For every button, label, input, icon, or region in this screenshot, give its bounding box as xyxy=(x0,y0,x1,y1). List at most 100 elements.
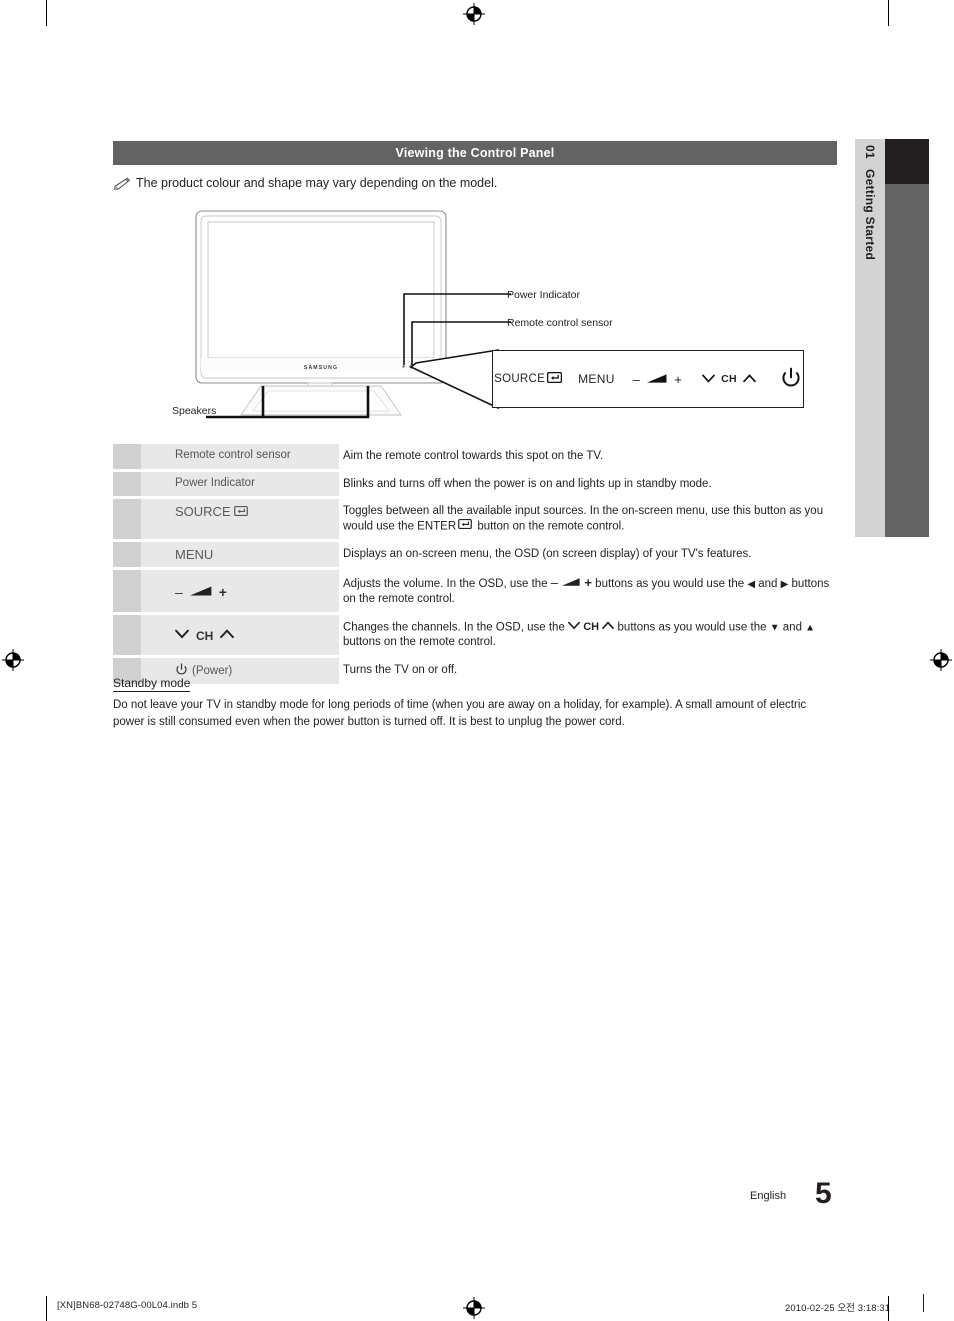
callout-remote-control-sensor: Remote control sensor xyxy=(507,317,613,329)
volume-minus-label: – xyxy=(175,584,183,601)
standby-mode-body: Do not leave your TV in standby mode for… xyxy=(113,699,807,728)
chapter-label: Getting Started xyxy=(863,168,877,261)
crop-mark-top-right xyxy=(888,0,889,26)
table-row: SOURCE Toggles between all the available… xyxy=(113,499,837,540)
row-label: – + xyxy=(141,570,339,612)
row-description-keyword: ENTER xyxy=(417,520,457,533)
enter-return-icon xyxy=(233,506,248,519)
callout-power-indicator: Power Indicator xyxy=(507,289,580,301)
table-row: Remote control sensor Aim the remote con… xyxy=(113,444,837,469)
volume-wedge-icon xyxy=(189,585,213,600)
row-description-text: Displays an on-screen menu, the OSD (on … xyxy=(343,548,752,561)
row-label-text: MENU xyxy=(175,547,214,563)
row-description: Adjusts the volume. In the OSD, use the … xyxy=(339,570,837,612)
control-panel-spec-table: Remote control sensor Aim the remote con… xyxy=(113,444,837,687)
table-row: Power Indicator Blinks and turns off whe… xyxy=(113,471,837,497)
control-panel-button-row: SOURCE MENU – + CH xyxy=(494,367,802,392)
table-row: – + Adjusts the volume. In the OSD, use … xyxy=(113,570,837,612)
row-description-text: Aim the remote control towards this spot… xyxy=(343,450,604,462)
footer-page-number: 5 xyxy=(815,1177,832,1210)
row-description-and: and xyxy=(755,578,781,591)
control-panel-source-button[interactable]: SOURCE xyxy=(494,371,563,386)
row-label: SOURCE xyxy=(141,499,339,540)
row-description-text: Adjusts the volume. In the OSD, use the xyxy=(343,578,551,591)
volume-wedge-icon xyxy=(646,372,668,387)
control-panel-channel-buttons[interactable]: CH xyxy=(702,372,756,386)
control-panel-volume-buttons[interactable]: – + xyxy=(633,372,682,387)
table-row: (Power) Turns the TV on or off. xyxy=(113,657,837,684)
footer-tick-mark xyxy=(923,1294,924,1312)
down-arrow-icon: ▼ xyxy=(769,622,780,634)
row-description: Displays an on-screen menu, the OSD (on … xyxy=(339,542,837,567)
row-label: Remote control sensor xyxy=(141,444,339,469)
row-label: Power Indicator xyxy=(141,471,339,497)
row-description-text-2: buttons as you would use the xyxy=(614,621,770,634)
volume-minus-label: – xyxy=(632,371,641,387)
row-description-text: Blinks and turns off when the power is o… xyxy=(343,477,712,490)
crop-mark-top-left xyxy=(46,0,47,26)
volume-plus-label: + xyxy=(674,371,683,387)
row-description-and: and xyxy=(779,621,806,634)
table-row: MENU Displays an on-screen menu, the OSD… xyxy=(113,542,837,568)
menu-label: MENU xyxy=(578,372,615,386)
chapter-tab: 01 Getting Started xyxy=(855,139,885,537)
row-label-text: SOURCE xyxy=(175,504,231,520)
channel-label: CH xyxy=(721,373,737,385)
row-description-text-2: button on the remote control. xyxy=(474,520,625,533)
table-row: CH Changes the channels. In the OSD, use… xyxy=(113,614,837,655)
row-description: Toggles between all the available input … xyxy=(339,499,837,539)
registration-mark-left xyxy=(2,649,24,671)
crop-mark-bottom-left xyxy=(46,1296,47,1321)
pencil-note-icon xyxy=(113,177,131,191)
enter-return-icon xyxy=(458,519,473,534)
row-description: Blinks and turns off when the power is o… xyxy=(339,472,837,497)
callout-speakers: Speakers xyxy=(172,405,217,417)
row-description-text-3: buttons on the remote control. xyxy=(343,635,496,648)
section-header-bar: Viewing the Control Panel xyxy=(113,141,837,165)
chapter-tab-gray-bar xyxy=(885,184,929,537)
channel-control-icon: CH xyxy=(568,621,615,633)
volume-plus-label: + xyxy=(218,584,227,601)
standby-mode-heading: Standby mode xyxy=(113,676,191,692)
chevron-down-icon xyxy=(175,629,189,642)
chevron-up-icon xyxy=(743,372,756,386)
chapter-tab-dark-bar xyxy=(885,139,929,184)
row-description-text-2: buttons as you would use the xyxy=(591,578,748,591)
registration-mark-bottom xyxy=(463,1297,485,1319)
footer-timestamp: 2010-02-25 오전 3:18:31 xyxy=(785,1303,891,1314)
left-arrow-icon: ◀ xyxy=(747,579,756,591)
power-icon xyxy=(780,367,802,392)
row-marker-swatch xyxy=(113,570,141,612)
chevron-up-icon xyxy=(220,629,235,642)
source-label: SOURCE xyxy=(494,373,546,385)
volume-control-icon: – + xyxy=(550,575,592,591)
svg-text:SAMSUNG: SAMSUNG xyxy=(304,365,338,371)
footer-language: English xyxy=(750,1190,787,1202)
row-description: Turns the TV on or off. xyxy=(339,658,837,684)
row-description-text: Changes the channels. In the OSD, use th… xyxy=(343,621,569,634)
row-description: Aim the remote control towards this spot… xyxy=(339,444,837,469)
up-arrow-icon: ▲ xyxy=(805,622,816,634)
row-label: CH xyxy=(141,614,339,655)
channel-label: CH xyxy=(196,628,214,643)
control-panel-power-button[interactable] xyxy=(780,367,802,392)
note-line: The product colour and shape may vary de… xyxy=(113,176,837,191)
chevron-down-icon xyxy=(702,372,715,386)
row-description: Changes the channels. In the OSD, use th… xyxy=(339,615,837,655)
row-description-text: Turns the TV on or off. xyxy=(343,663,458,676)
footer-file-name: [XN]BN68-02748G-00L04.indb 5 xyxy=(57,1300,198,1311)
row-label-text: Power Indicator xyxy=(175,476,255,489)
note-text: The product colour and shape may vary de… xyxy=(136,176,498,190)
row-marker-swatch xyxy=(113,471,141,497)
row-marker-swatch xyxy=(113,499,141,540)
row-label-text: Remote control sensor xyxy=(175,449,291,461)
registration-mark-top xyxy=(463,3,485,25)
row-marker-swatch xyxy=(113,542,141,568)
chapter-number: 01 xyxy=(863,145,877,159)
control-panel-menu-button[interactable]: MENU xyxy=(578,372,615,386)
section-title: Viewing the Control Panel xyxy=(395,146,555,160)
control-panel-closeup: SOURCE MENU – + CH xyxy=(492,350,804,408)
manual-page: 01 Getting Started Viewing the Control P… xyxy=(0,0,954,1321)
row-label-text: (Power) xyxy=(192,664,233,677)
row-label: MENU xyxy=(141,542,339,568)
